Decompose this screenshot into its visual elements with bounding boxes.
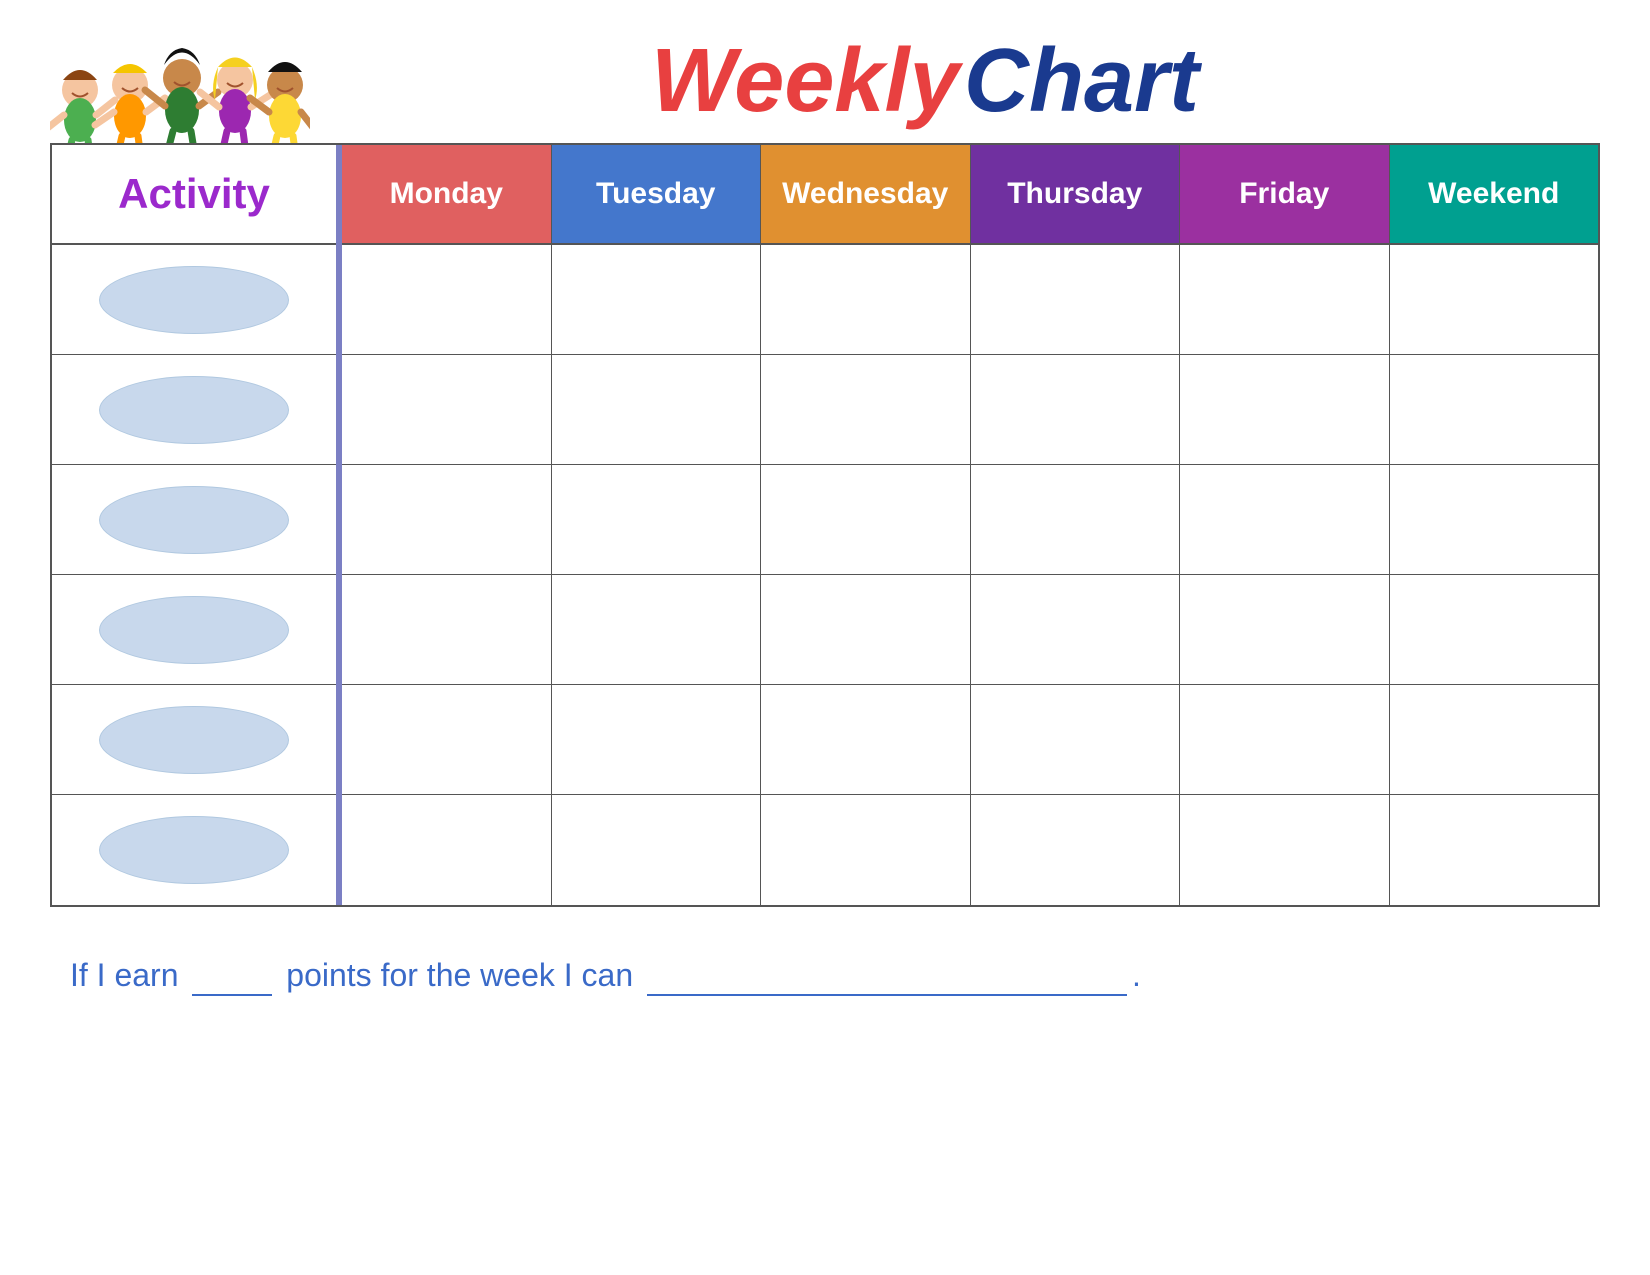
tuesday-cell-2[interactable] (552, 355, 761, 465)
activity-column: Activity (52, 145, 342, 905)
weekend-cell-6[interactable] (1390, 795, 1599, 905)
activity-row-3 (52, 465, 336, 575)
wednesday-label: Wednesday (782, 177, 948, 211)
thursday-header: Thursday (971, 145, 1180, 245)
days-area: Monday Tuesday (342, 145, 1598, 905)
bottom-prefix: If I earn (70, 957, 179, 993)
friday-label: Friday (1239, 177, 1329, 211)
tuesday-label: Tuesday (596, 177, 716, 211)
friday-cell-1[interactable] (1180, 245, 1389, 355)
activity-row-5 (52, 685, 336, 795)
thursday-column: Thursday (971, 145, 1181, 905)
weekend-cell-5[interactable] (1390, 685, 1599, 795)
friday-header: Friday (1180, 145, 1389, 245)
monday-column: Monday (342, 145, 552, 905)
monday-cell-3[interactable] (342, 465, 551, 575)
tuesday-column: Tuesday (552, 145, 762, 905)
thursday-cell-5[interactable] (971, 685, 1180, 795)
weekend-cell-4[interactable] (1390, 575, 1599, 685)
tuesday-cell-5[interactable] (552, 685, 761, 795)
wednesday-cell-5[interactable] (761, 685, 970, 795)
activity-oval-6 (99, 816, 289, 884)
weekend-cell-1[interactable] (1390, 245, 1599, 355)
activity-row-6 (52, 795, 336, 905)
wednesday-header: Wednesday (761, 145, 970, 245)
thursday-cell-6[interactable] (971, 795, 1180, 905)
bottom-blank-reward[interactable] (647, 957, 1127, 996)
weekend-cell-2[interactable] (1390, 355, 1599, 465)
weekend-label: Weekend (1428, 177, 1559, 211)
thursday-label: Thursday (1007, 177, 1142, 211)
activity-oval-5 (99, 706, 289, 774)
activity-row-4 (52, 575, 336, 685)
monday-label: Monday (390, 177, 503, 211)
bottom-blank-points[interactable] (192, 957, 272, 996)
thursday-cell-1[interactable] (971, 245, 1180, 355)
activity-oval-3 (99, 486, 289, 554)
activity-oval-2 (99, 376, 289, 444)
wednesday-cell-6[interactable] (761, 795, 970, 905)
monday-cell-1[interactable] (342, 245, 551, 355)
activity-header: Activity (52, 145, 336, 245)
chart-wrapper: Activity (50, 143, 1600, 907)
monday-cell-6[interactable] (342, 795, 551, 905)
chart-table: Activity (50, 143, 1600, 907)
wednesday-cell-3[interactable] (761, 465, 970, 575)
tuesday-header: Tuesday (552, 145, 761, 245)
activity-oval-1 (99, 266, 289, 334)
wednesday-column: Wednesday (761, 145, 971, 905)
tuesday-cell-6[interactable] (552, 795, 761, 905)
activity-label: Activity (118, 170, 270, 218)
bottom-text: If I earn points for the week I can . (50, 957, 1600, 996)
thursday-cell-3[interactable] (971, 465, 1180, 575)
thursday-cell-4[interactable] (971, 575, 1180, 685)
activity-oval-4 (99, 596, 289, 664)
activity-row-2 (52, 355, 336, 465)
friday-cell-6[interactable] (1180, 795, 1389, 905)
wednesday-cell-1[interactable] (761, 245, 970, 355)
friday-cell-3[interactable] (1180, 465, 1389, 575)
friday-cell-2[interactable] (1180, 355, 1389, 465)
wednesday-cell-4[interactable] (761, 575, 970, 685)
weekend-cell-3[interactable] (1390, 465, 1599, 575)
monday-cell-4[interactable] (342, 575, 551, 685)
thursday-cell-2[interactable] (971, 355, 1180, 465)
tuesday-cell-3[interactable] (552, 465, 761, 575)
friday-cell-5[interactable] (1180, 685, 1389, 795)
title-weekly: Weekly (651, 31, 960, 131)
monday-cell-2[interactable] (342, 355, 551, 465)
title-chart: Chart (964, 31, 1199, 131)
wednesday-cell-2[interactable] (761, 355, 970, 465)
weekend-header: Weekend (1390, 145, 1599, 245)
friday-cell-4[interactable] (1180, 575, 1389, 685)
bottom-middle: points for the week I can (286, 957, 633, 993)
page-container: Weekly Chart Activity (0, 0, 1650, 1275)
activity-row-1 (52, 245, 336, 355)
monday-cell-5[interactable] (342, 685, 551, 795)
weekend-column: Weekend (1390, 145, 1599, 905)
tuesday-cell-1[interactable] (552, 245, 761, 355)
monday-header: Monday (342, 145, 551, 245)
bottom-period: . (1132, 957, 1141, 993)
tuesday-cell-4[interactable] (552, 575, 761, 685)
friday-column: Friday (1180, 145, 1390, 905)
